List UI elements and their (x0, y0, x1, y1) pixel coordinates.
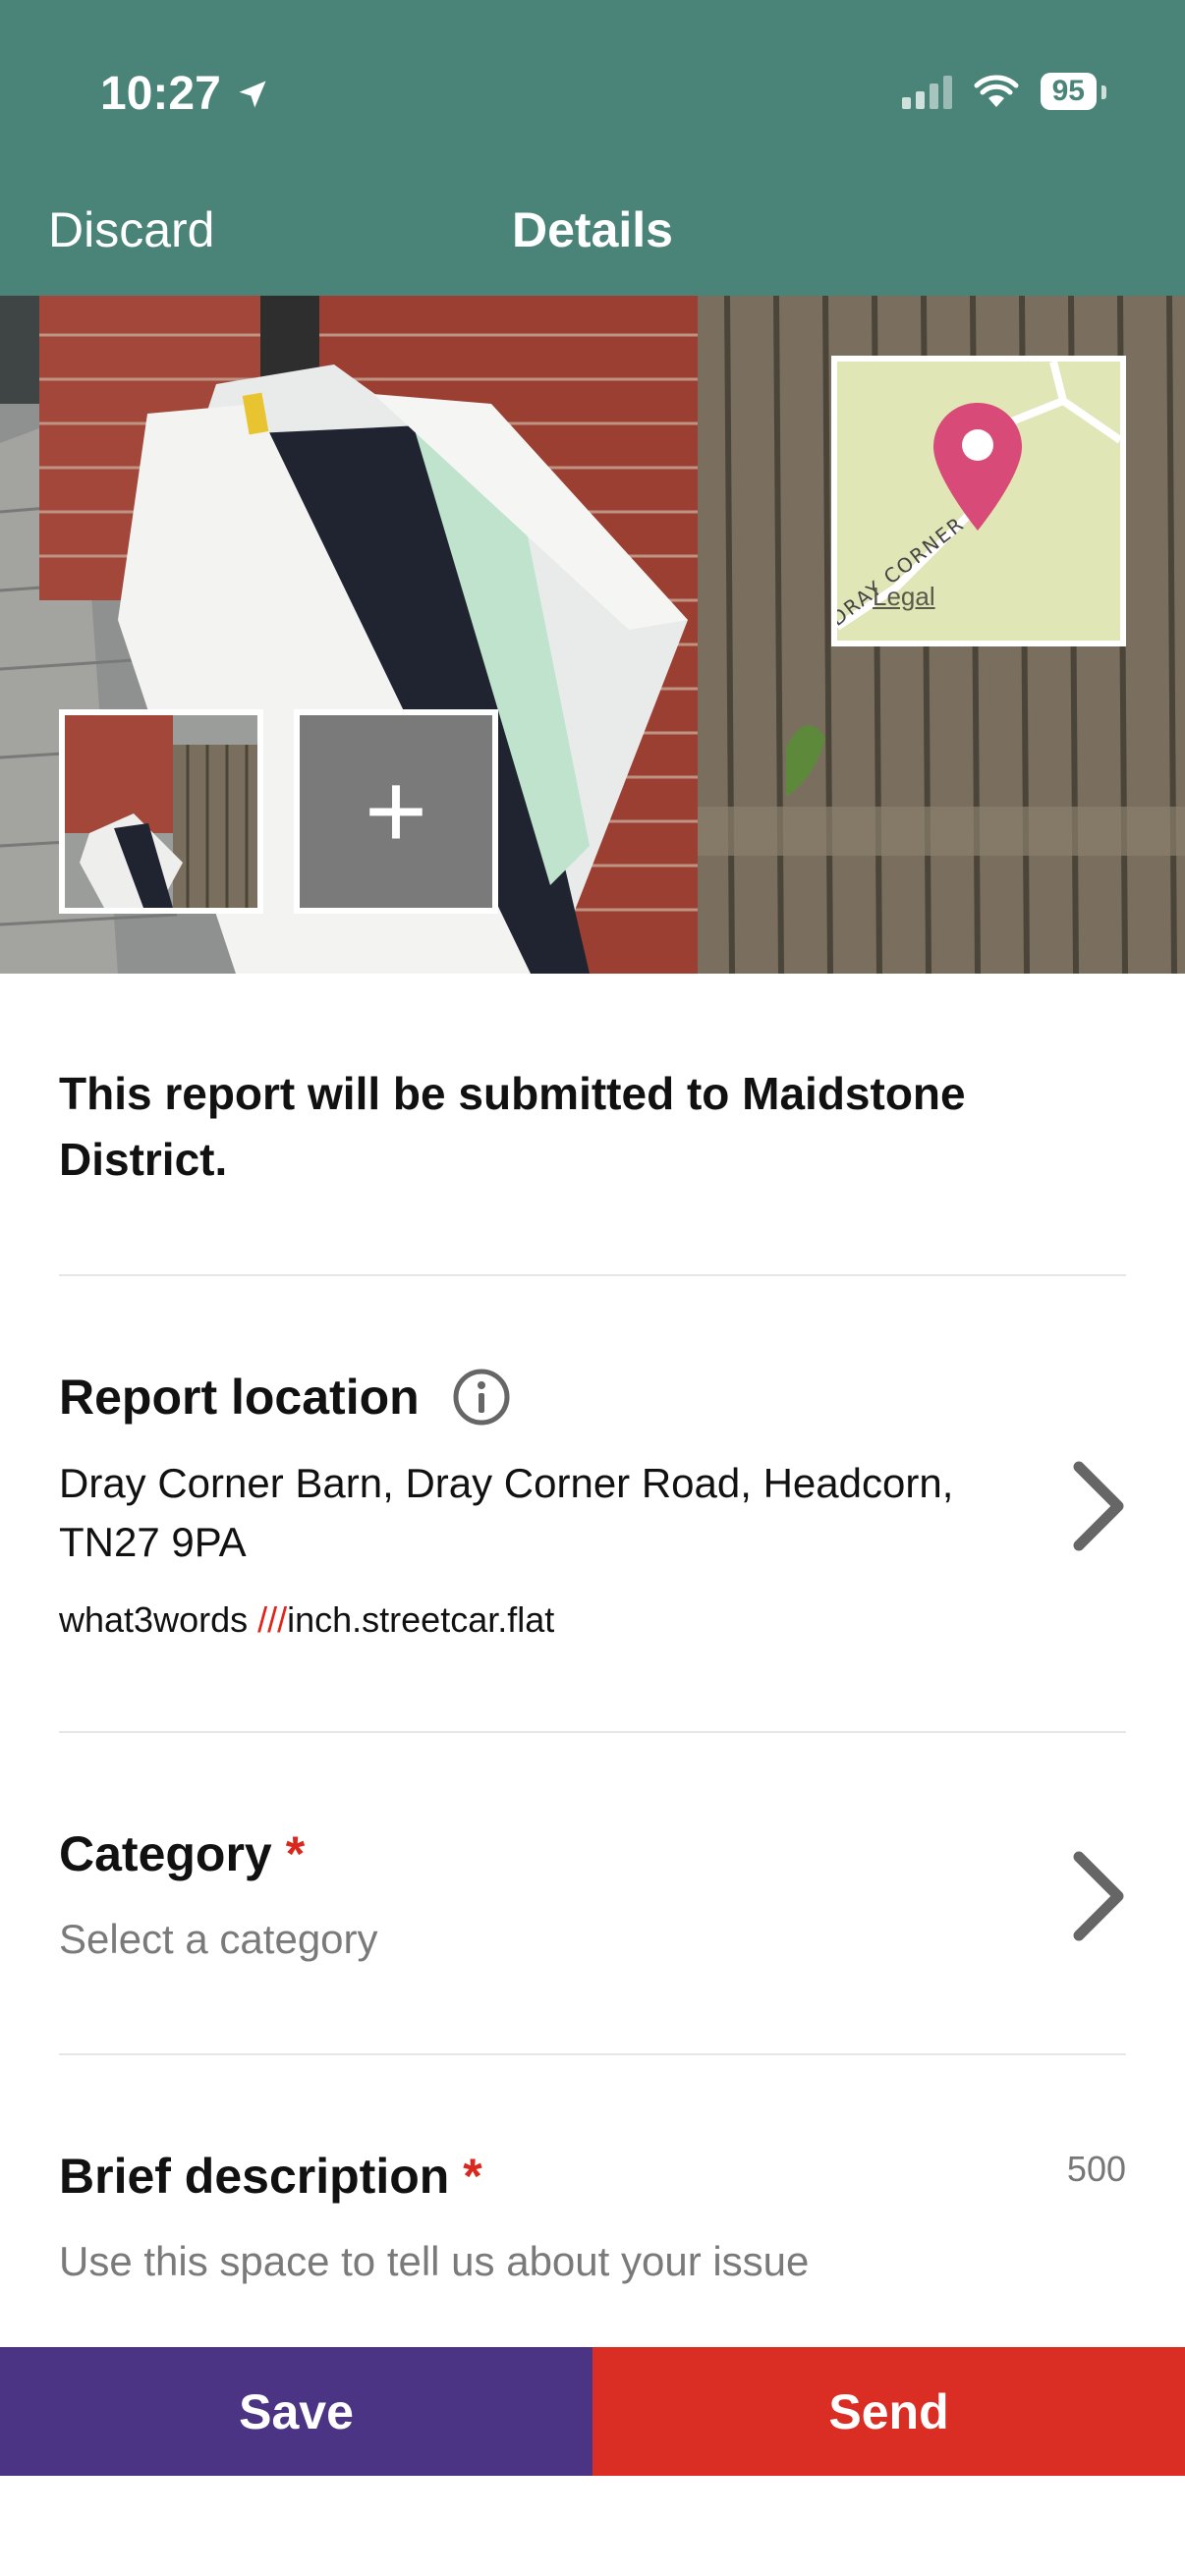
chevron-right-icon[interactable] (1071, 1459, 1126, 1553)
status-indicators: 95 (901, 73, 1107, 110)
thumbnail-image (65, 715, 257, 908)
description-input[interactable]: Use this space to tell us about your iss… (59, 2238, 809, 2285)
report-photo: DRAY CORNER RD Legal + (0, 296, 1185, 974)
signal-icon (901, 74, 952, 109)
battery-icon: 95 (1040, 73, 1107, 110)
add-photo-button[interactable]: + (294, 709, 498, 914)
location-arrow-icon (239, 81, 266, 107)
photo-thumbnail[interactable] (59, 709, 263, 914)
send-button[interactable]: Send (592, 2347, 1185, 2476)
submission-notice: This report will be submitted to Maidsto… (59, 1068, 966, 1185)
location-mini-map[interactable]: DRAY CORNER RD Legal (831, 356, 1126, 646)
report-location-title: Report location (59, 1370, 420, 1425)
report-address[interactable]: Dray Corner Barn, Dray Corner Road, Head… (59, 1454, 1042, 1572)
map-pin-icon (933, 403, 1022, 531)
description-title: Brief description * (59, 2148, 482, 2205)
w3w-words: inch.streetcar.flat (287, 1599, 555, 1640)
category-title[interactable]: Category * (59, 1825, 305, 1882)
character-limit: 500 (1066, 2149, 1126, 2189)
divider (59, 2053, 1126, 2055)
map-legal-link[interactable]: Legal (873, 582, 935, 612)
what3words-address: what3words ///inch.streetcar.flat (59, 1599, 554, 1641)
plus-icon: + (364, 751, 428, 871)
divider (59, 1731, 1126, 1733)
save-button[interactable]: Save (0, 2347, 592, 2476)
chevron-right-icon[interactable] (1071, 1849, 1126, 1943)
status-time: 10:27 (100, 67, 270, 121)
w3w-slashes: /// (257, 1599, 288, 1640)
description-label: Brief description (59, 2149, 450, 2204)
category-select[interactable]: Select a category (59, 1916, 378, 1963)
discard-button[interactable]: Discard (48, 201, 214, 258)
wifi-icon (974, 75, 1019, 107)
divider (59, 1274, 1126, 1276)
required-mark: * (285, 1826, 306, 1881)
clock-text: 10:27 (100, 68, 221, 120)
info-icon[interactable] (452, 1368, 511, 1427)
header-bar: 10:27 95 Discard Details (0, 0, 1185, 296)
required-mark: * (463, 2149, 482, 2204)
w3w-prefix: what3words (59, 1599, 258, 1640)
category-label: Category (59, 1826, 272, 1881)
